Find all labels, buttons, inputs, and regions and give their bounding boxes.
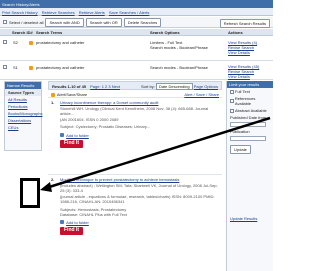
history-row: S2 prostatectomy and catheter Limiters -…	[0, 37, 273, 61]
limit-publication-label: Publication	[227, 128, 273, 135]
add-to-folder-link[interactable]: Add to folder	[66, 220, 89, 226]
limit-label: Published Date from	[230, 115, 267, 120]
record-number: 1.	[51, 100, 55, 105]
find-it-button[interactable]: Find It	[60, 140, 83, 148]
rss-icon[interactable]	[29, 40, 34, 45]
pagination[interactable]: Page: 1 2 3 Next	[90, 84, 120, 89]
col-search-terms: Search Terms	[36, 29, 63, 35]
col-search-id: Search ID#	[12, 29, 33, 35]
view-details-link[interactable]: View Details	[228, 50, 250, 55]
history-toolbar: Select / deselect all Search with AND Se…	[0, 17, 273, 28]
checkbox[interactable]	[230, 99, 234, 103]
limit-full-text[interactable]: Full Text	[227, 88, 273, 95]
limit-label: Full Text	[235, 89, 250, 94]
alert-bar: Alert/Save/Share Alert / Save / Share	[48, 90, 222, 98]
results-panel: Results 1-10 of 45 Page: 1 2 3 Next Sort…	[48, 81, 222, 271]
published-date-input[interactable]	[230, 122, 266, 127]
select-all-checkbox[interactable]	[3, 20, 7, 24]
record-detail: (includes abstract) ; Wellington SM; Taf…	[60, 182, 218, 194]
row-search-terms: prostatectomy and catheter	[36, 65, 85, 70]
row-search-id: S1	[13, 65, 18, 70]
sidebar-item-ceus[interactable]: CEUs	[5, 124, 41, 131]
record-number: 2.	[51, 177, 55, 182]
results-header: Results 1-10 of 45 Page: 1 2 3 Next Sort…	[48, 81, 222, 90]
limit-references[interactable]: References Available	[227, 95, 273, 107]
retrieve-searches-link[interactable]: Retrieve Searches	[42, 10, 75, 15]
limit-published-date-label: Published Date from	[227, 114, 273, 121]
sidebar-item-dissertations[interactable]: Dissertations	[5, 117, 41, 124]
view-details-link[interactable]: View Details	[228, 74, 250, 79]
update-button[interactable]: Update	[230, 145, 251, 154]
row-search-terms: prostatectomy and catheter	[36, 40, 85, 45]
highlight-callout-box	[20, 178, 40, 208]
app-title: Search History/Alerts	[2, 2, 40, 7]
update-results-link[interactable]: Update Results	[230, 216, 257, 221]
find-it-row: Find It	[60, 140, 218, 148]
alert-share-link[interactable]: Alert / Save / Share	[184, 92, 219, 97]
limit-abstract[interactable]: Abstract Available	[227, 107, 273, 114]
record-detail: Stonehill WH. Urology (Clinical Kent Ken…	[60, 105, 209, 117]
limit-panel-title: Limit your results	[227, 81, 273, 88]
result-record: 2. Modified technique to prevent prostat…	[48, 174, 222, 244]
app-title-bar: Search History/Alerts	[0, 0, 273, 8]
delete-searches-button[interactable]: Delete Searches	[123, 17, 162, 27]
rss-icon[interactable]	[51, 92, 55, 97]
sort-select[interactable]: Date Descending	[155, 83, 193, 90]
rss-icon[interactable]	[29, 65, 34, 70]
row-checkbox[interactable]	[3, 40, 7, 44]
search-with-or-button[interactable]: Search with OR	[85, 17, 122, 27]
find-it-button[interactable]: Find It	[60, 227, 83, 235]
record-detail-2: (AN 2001604. ISSN 0 2000 2089	[60, 116, 119, 122]
sidebar-title: Narrow Results by	[5, 82, 41, 93]
history-table-header: Search ID# Search Terms Search Options A…	[0, 29, 273, 36]
folder-icon	[60, 220, 64, 225]
save-searches-link[interactable]: Save Searches / Alerts	[109, 10, 149, 15]
limit-label: References Available	[234, 96, 256, 106]
checkbox[interactable]	[230, 108, 234, 113]
narrow-results-sidebar: Narrow Results by Source Types All Resul…	[4, 81, 42, 151]
add-to-folder-link[interactable]: Add to folder	[66, 133, 89, 139]
limit-label: Abstract Available	[235, 108, 267, 113]
limit-results-panel: Limit your results Full Text References …	[226, 81, 273, 271]
checkbox[interactable]	[230, 89, 234, 94]
sidebar-item-books[interactable]: Books/Monographs	[5, 110, 42, 117]
record-database: Database: CINAHL Plus with Full Text	[60, 212, 127, 217]
add-folder-row: Add to folder	[60, 220, 218, 226]
row-options-line1: Search modes - Boolean/Phrase	[150, 65, 208, 70]
print-history-link[interactable]: Print Search History	[2, 10, 38, 15]
row-search-id: S2	[13, 40, 18, 45]
record-subjects: Subject: Cystectomy; Prostatic Diseases;…	[60, 124, 150, 129]
find-it-row: Find It	[60, 227, 218, 235]
update-results-row: Update Results	[227, 215, 273, 222]
sidebar-item-periodicals[interactable]: Periodicals	[5, 103, 41, 110]
record-detail-2: (journal article - equations & formulae,…	[60, 193, 215, 205]
update-row: Update	[227, 144, 273, 155]
col-search-options: Search Options	[150, 29, 180, 35]
add-folder-row: Add to folder	[60, 133, 218, 139]
retrieve-alerts-link[interactable]: Retrieve Alerts	[79, 10, 105, 15]
sidebar-item-all-results[interactable]: All Results	[5, 96, 41, 103]
select-all-label: Select / deselect all	[9, 19, 44, 25]
limit-label: Publication	[230, 129, 250, 134]
publication-input[interactable]	[230, 136, 266, 141]
row-options-line2: Search modes - Boolean/Phrase	[150, 45, 208, 50]
folder-icon	[60, 133, 64, 138]
page-options-link[interactable]: Page Options	[194, 84, 218, 89]
sort-label: Sort by:	[141, 84, 155, 89]
search-with-and-button[interactable]: Search with AND	[45, 17, 84, 27]
alert-label: Alert/Save/Share	[56, 92, 88, 97]
results-summary: Results 1-10 of 45	[52, 84, 87, 89]
result-record: 1. Urinary incontinence therapy: a Dorse…	[48, 98, 222, 174]
refresh-results-button[interactable]: Refresh Search Results	[219, 19, 270, 28]
sort-control: Sort by: Date Descending Page Options	[141, 83, 218, 90]
history-row: S1 prostatectomy and catheter Search mod…	[0, 62, 273, 80]
col-actions: Actions	[228, 29, 243, 35]
sidebar-section-source-types: Source Types	[5, 89, 41, 96]
history-links-bar: Print Search History Retrieve Searches R…	[0, 8, 273, 16]
row-checkbox[interactable]	[3, 65, 7, 69]
